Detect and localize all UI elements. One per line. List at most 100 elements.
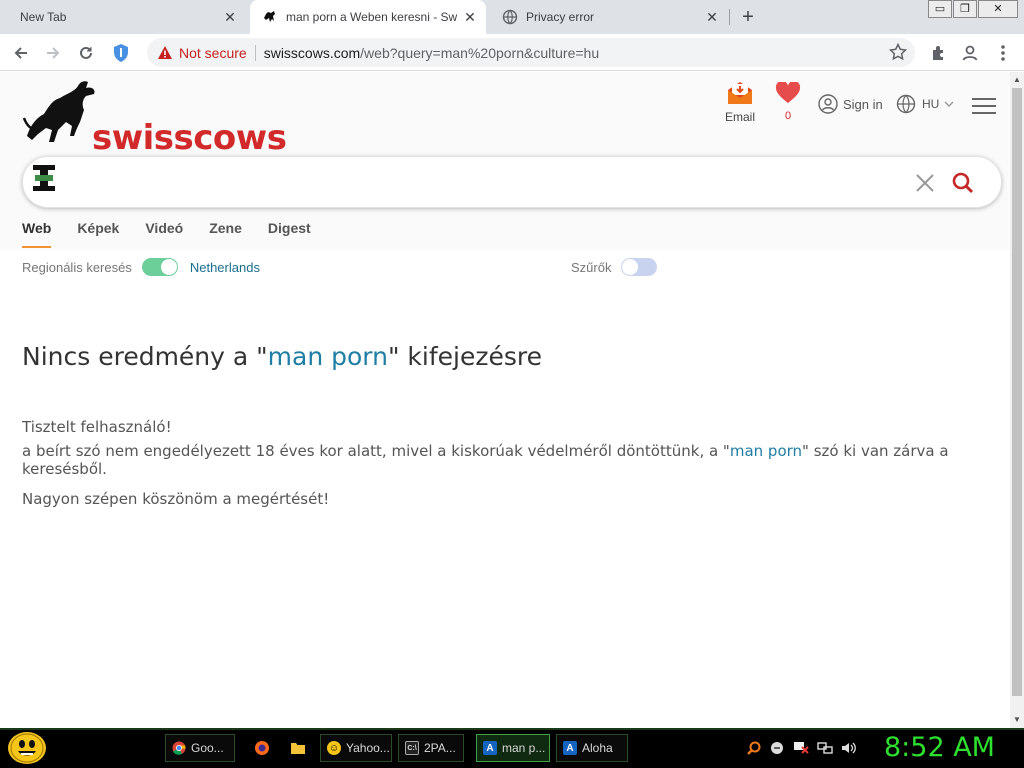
tab-privacy-error[interactable]: Privacy error ✕	[490, 0, 728, 34]
taskbar-label: Yahoo...	[346, 741, 390, 755]
new-tab-button[interactable]: +	[737, 6, 759, 28]
taskbar-cmd[interactable]: C:\ 2PA...	[398, 734, 464, 762]
bookmark-star-icon[interactable]	[889, 43, 907, 61]
regional-search-toggle[interactable]	[141, 258, 178, 276]
region-value[interactable]: Netherlands	[190, 260, 260, 275]
tab-title: New Tab	[20, 10, 67, 24]
kebab-menu-icon	[1001, 45, 1005, 61]
taskbar-label: man p...	[502, 741, 546, 755]
swisscows-logo[interactable]: swisscows	[22, 78, 287, 158]
tab-web[interactable]: Web	[22, 220, 52, 248]
hamburger-menu-icon[interactable]	[972, 98, 996, 116]
browser-tab-strip: New Tab ✕ man porn a Weben keresni - Swi…	[0, 0, 1024, 34]
tab-close-icon[interactable]: ✕	[222, 9, 238, 25]
cow-favicon-icon	[262, 9, 278, 25]
forward-button[interactable]	[40, 40, 66, 66]
clear-icon[interactable]	[913, 171, 937, 195]
sign-in-label: Sign in	[843, 96, 883, 112]
taskbar-yahoo[interactable]: ☺ Yahoo...	[320, 734, 392, 762]
profile-button[interactable]	[957, 40, 983, 66]
user-circle-icon	[818, 94, 838, 114]
search-box	[22, 156, 1002, 208]
globe-icon	[896, 94, 916, 114]
search-input[interactable]	[57, 173, 917, 195]
url-path: /web?query=man%20porn&culture=hu	[360, 44, 600, 61]
window-close-button[interactable]: ✕	[978, 0, 1018, 18]
tab-music[interactable]: Zene	[209, 220, 242, 248]
forward-arrow-icon	[47, 47, 60, 59]
smiley-start-icon	[10, 733, 44, 763]
search-verticals: Web Képek Videó Zene Digest	[22, 220, 337, 248]
tab-close-icon[interactable]: ✕	[704, 9, 720, 25]
scroll-down-icon[interactable]: ▼	[1013, 716, 1021, 724]
heart-icon	[775, 82, 801, 103]
filters-toggle[interactable]	[621, 258, 658, 276]
security-status[interactable]: Not secure	[179, 45, 247, 61]
taskbar-label: Aloha	[582, 741, 613, 755]
tray-search-icon[interactable]	[746, 740, 762, 756]
shield-icon	[114, 44, 128, 62]
menu-button[interactable]	[990, 40, 1016, 66]
favorites-link[interactable]: 0	[774, 82, 802, 122]
url-host: swisscows.com	[263, 44, 361, 61]
profile-icon	[962, 45, 978, 61]
taskbar-chrome[interactable]: Goo...	[165, 734, 235, 762]
minimize-button[interactable]: ▭	[928, 0, 952, 18]
reload-button[interactable]	[73, 40, 99, 66]
logo-wordmark: swisscows	[92, 118, 287, 158]
chevron-down-icon	[944, 101, 954, 107]
taskbar-clock[interactable]: 8:52 AM	[884, 732, 995, 763]
cow-logo-icon	[22, 81, 95, 142]
taskbar-label: Goo...	[191, 741, 224, 755]
language-selector[interactable]: HU	[896, 94, 954, 114]
tray-status-icon[interactable]	[769, 740, 785, 756]
heading-query: man porn	[267, 342, 388, 371]
scroll-up-icon[interactable]: ▲	[1013, 76, 1021, 84]
vertical-scrollbar[interactable]: ▲ ▼	[1010, 72, 1024, 728]
tray-network-icon[interactable]	[817, 740, 833, 756]
back-button[interactable]	[8, 40, 34, 66]
no-results-heading: Nincs eredmény a "man porn" kifejezésre	[22, 342, 542, 371]
tray-flag-icon[interactable]	[793, 740, 809, 756]
taskbar-aloha[interactable]: A Aloha	[556, 734, 628, 762]
heading-prefix: Nincs eredmény a "	[22, 342, 268, 371]
globe-favicon-icon	[502, 9, 518, 25]
address-bar[interactable]: Not secure swisscows.com/web?query=man%2…	[147, 38, 915, 67]
explanation-prefix: a beírt szó nem engedélyezett 18 éves ko…	[22, 442, 730, 460]
tab-close-icon[interactable]: ✕	[462, 9, 478, 25]
email-icon	[728, 82, 752, 104]
back-arrow-icon	[14, 47, 27, 59]
tab-new-tab[interactable]: New Tab ✕	[8, 0, 246, 34]
shield-extension-button[interactable]	[108, 40, 134, 66]
taskbar-aloha-active[interactable]: A man p...	[476, 734, 550, 762]
email-label: Email	[724, 110, 755, 124]
filters-label: Szűrők	[571, 259, 612, 275]
puzzle-icon	[933, 46, 943, 60]
firefox-icon[interactable]	[254, 740, 270, 756]
browser-toolbar: Not secure swisscows.com/web?query=man%2…	[0, 34, 1024, 71]
restore-button[interactable]: ❐	[953, 0, 977, 18]
tab-swisscows[interactable]: man porn a Weben keresni - Swi ✕	[250, 0, 486, 34]
yahoo-messenger-icon: ☺	[327, 741, 341, 755]
greeting-text: Tisztelt felhasználó!	[22, 418, 172, 436]
sign-in-button[interactable]: Sign in	[818, 94, 883, 114]
email-link[interactable]: Email	[722, 80, 758, 124]
tab-title: Privacy error	[526, 10, 595, 24]
search-icon[interactable]	[951, 171, 975, 195]
tab-digest[interactable]: Digest	[268, 220, 311, 248]
warning-icon[interactable]	[157, 45, 173, 61]
regional-search-row: Regionális keresés Netherlands	[22, 258, 260, 276]
heading-suffix: " kifejezésre	[387, 342, 542, 371]
extensions-button[interactable]	[926, 40, 952, 66]
taskbar: Goo... ☺ Yahoo... C:\ 2PA... A man p... …	[0, 728, 1024, 768]
tray-volume-icon[interactable]	[841, 740, 857, 756]
explanation-text: a beírt szó nem engedélyezett 18 éves ko…	[22, 442, 1010, 478]
text-cursor-icon	[33, 165, 55, 191]
start-button[interactable]	[8, 732, 46, 764]
filters-row: Szűrők	[571, 258, 669, 276]
folder-icon[interactable]	[290, 740, 306, 756]
scrollbar-thumb[interactable]	[1012, 88, 1022, 696]
tab-video[interactable]: Videó	[145, 220, 183, 248]
url-text[interactable]: swisscows.com/web?query=man%20porn&cultu…	[264, 45, 599, 61]
tab-images[interactable]: Képek	[77, 220, 119, 248]
